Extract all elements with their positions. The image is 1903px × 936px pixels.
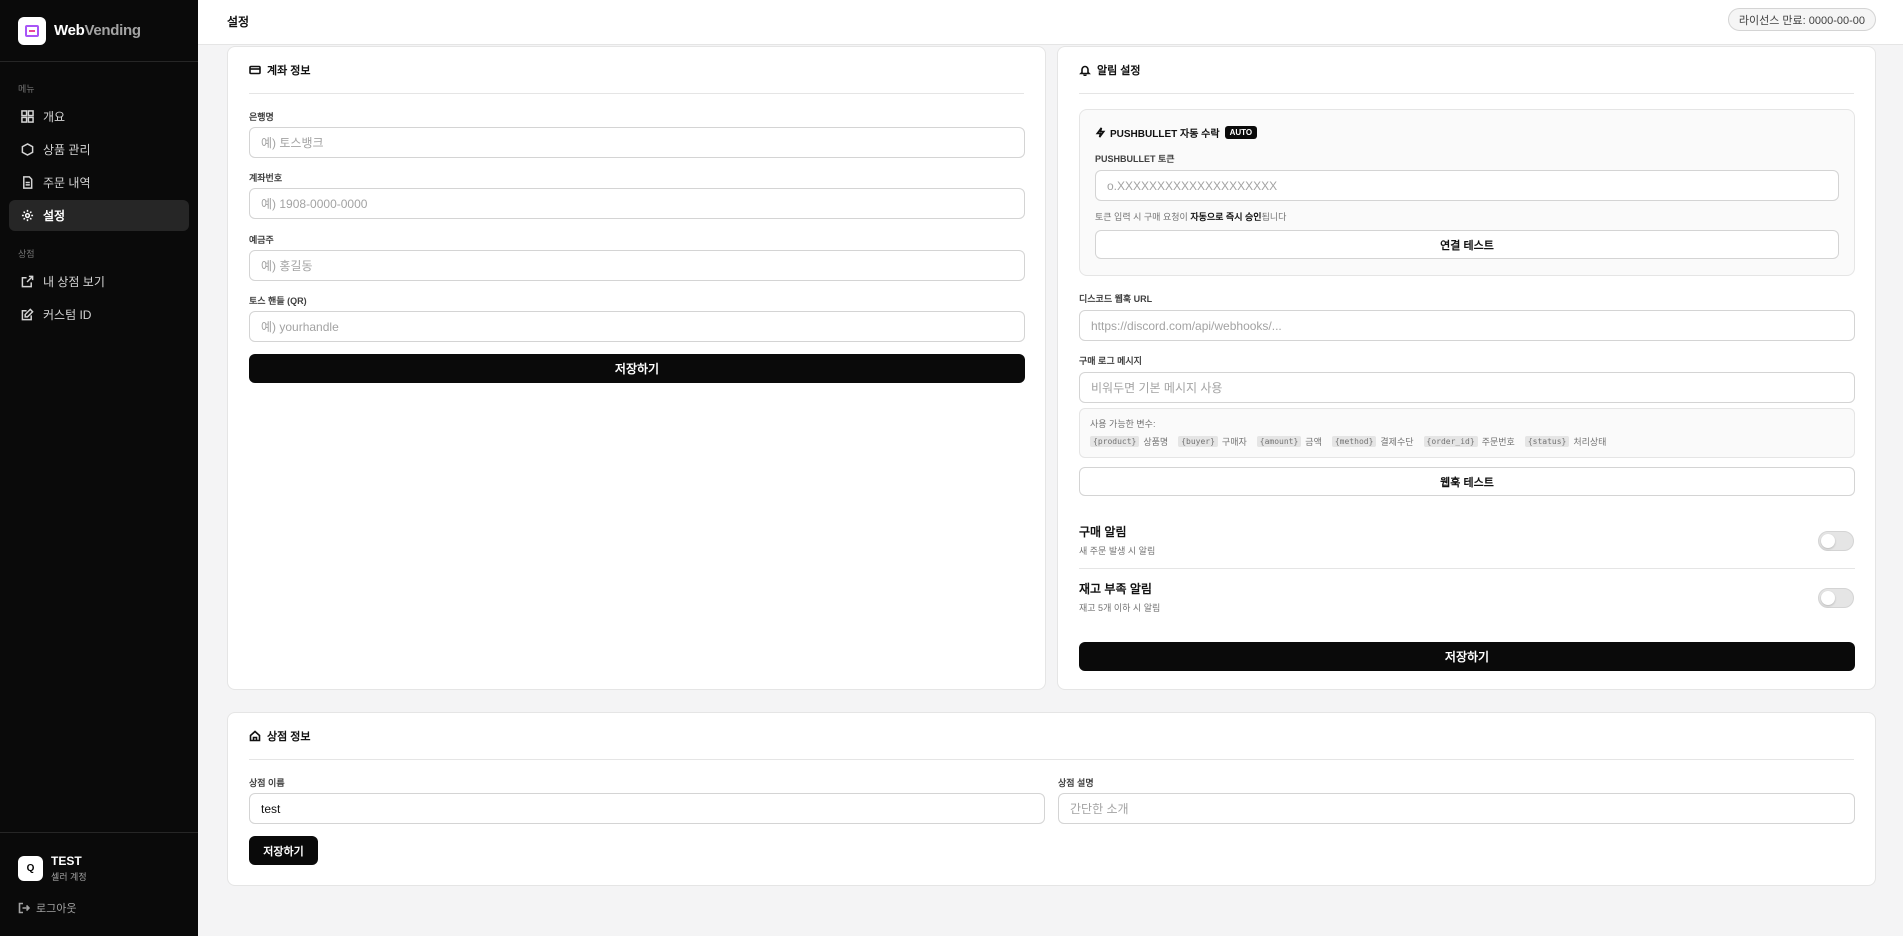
shop-card: 상점 정보 상점 이름 상점 설명 저장하기 — [227, 712, 1876, 886]
variable-chip: {order_id} — [1423, 436, 1478, 447]
brand[interactable]: WebVending — [0, 0, 198, 62]
variables-title: 사용 가능한 변수: — [1090, 419, 1156, 429]
external-link-icon — [20, 275, 34, 289]
brand-name: WebVending — [54, 22, 141, 39]
edit-icon — [20, 308, 34, 322]
variable-desc: 구매자 — [1221, 437, 1247, 447]
document-icon — [20, 176, 34, 190]
purchase-log-label: 구매 로그 메시지 — [1079, 356, 1142, 366]
logout-button[interactable]: 로그아웃 — [0, 883, 198, 916]
stock-alert-title: 재고 부족 알림 — [1079, 582, 1152, 596]
pushbullet-title: PUSHBULLET 자동 수락 AUTO — [1095, 125, 1258, 140]
purchase-log-input[interactable] — [1079, 372, 1855, 403]
account-save-button[interactable]: 저장하기 — [249, 354, 1025, 383]
pushbullet-token-input[interactable] — [1095, 170, 1839, 201]
toss-handle-label: 토스 핸들 (QR) — [249, 296, 307, 306]
user-profile: Q TEST 셀러 계정 — [0, 833, 198, 883]
discord-webhook-label: 디스코드 웹훅 URL — [1079, 294, 1153, 304]
bank-label: 은행명 — [249, 112, 274, 122]
holder-label: 예금주 — [249, 235, 274, 245]
purchase-alert-title: 구매 알림 — [1079, 525, 1127, 539]
brand-logo-icon — [18, 16, 46, 45]
shop-desc-input[interactable] — [1058, 793, 1855, 824]
sidebar-item-label: 상품 관리 — [43, 143, 91, 157]
shop-desc-label: 상점 설명 — [1058, 778, 1094, 788]
holder-input[interactable] — [249, 250, 1025, 281]
logout-label: 로그아웃 — [36, 903, 77, 915]
topbar: 설정 라이선스 만료: 0000-00-00 — [198, 0, 1903, 45]
variable-chip: {method} — [1331, 436, 1377, 447]
sidebar-item-orders[interactable]: 주문 내역 — [9, 167, 189, 198]
sidebar-item-products[interactable]: 상품 관리 — [9, 134, 189, 165]
stock-alert-desc: 재고 5개 이하 시 알림 — [1079, 603, 1161, 613]
shop-name-label: 상점 이름 — [249, 778, 285, 788]
discord-webhook-input[interactable] — [1079, 310, 1855, 341]
avatar: Q — [18, 856, 43, 881]
bank-input[interactable] — [249, 127, 1025, 158]
shop-card-title: 상점 정보 — [267, 731, 311, 743]
toss-handle-input[interactable] — [249, 311, 1025, 342]
variable-chip: {product} — [1090, 436, 1140, 447]
user-role: 셀러 계정 — [51, 872, 87, 882]
connection-test-button[interactable]: 연결 테스트 — [1095, 230, 1839, 259]
alerts-card-title: 알림 설정 — [1097, 65, 1141, 77]
shop-section-label: 상점 — [18, 249, 35, 259]
auto-badge: AUTO — [1224, 126, 1258, 139]
sidebar-item-settings[interactable]: 설정 — [9, 200, 189, 231]
sidebar-item-label: 개요 — [43, 110, 66, 124]
menu-section-label: 메뉴 — [18, 84, 35, 94]
sidebar-item-overview[interactable]: 개요 — [9, 101, 189, 132]
bell-icon — [1079, 65, 1091, 76]
sidebar-footer: Q TEST 셀러 계정 로그아웃 — [0, 832, 198, 936]
variable-chip: {buyer} — [1178, 436, 1218, 447]
credit-card-icon — [249, 65, 261, 75]
shop-card-header: 상점 정보 — [249, 713, 1854, 760]
variable-desc: 결제수단 — [1380, 437, 1414, 447]
pushbullet-token-label: PUSHBULLET 토큰 — [1095, 154, 1175, 164]
grid-icon — [20, 110, 34, 124]
variables-list: {product} 상품명 {buyer} 구매자 {amount} 금액 {meth… — [1090, 435, 1844, 448]
divider — [1079, 568, 1855, 569]
variable-chip: {status} — [1524, 436, 1570, 447]
account-number-input[interactable] — [249, 188, 1025, 219]
stock-alert-toggle[interactable] — [1818, 588, 1854, 608]
alerts-card-header: 알림 설정 — [1079, 47, 1854, 94]
home-icon — [249, 730, 261, 742]
gear-icon — [20, 209, 34, 223]
pushbullet-panel: PUSHBULLET 자동 수락 AUTO PUSHBULLET 토큰 토큰 입… — [1079, 109, 1855, 276]
purchase-alert-toggle[interactable] — [1818, 531, 1854, 551]
variable-desc: 주문번호 — [1481, 437, 1515, 447]
webhook-test-button[interactable]: 웹훅 테스트 — [1079, 467, 1855, 496]
variables-panel: 사용 가능한 변수: {product} 상품명 {buyer} 구매자 {amou… — [1079, 408, 1855, 458]
sidebar-item-label: 내 상점 보기 — [43, 275, 105, 289]
variable-desc: 상품명 — [1143, 437, 1169, 447]
alerts-save-button[interactable]: 저장하기 — [1079, 642, 1855, 671]
logout-icon — [18, 902, 30, 914]
variable-chip: {amount} — [1256, 436, 1302, 447]
account-card-title: 계좌 정보 — [267, 65, 311, 77]
sidebar-item-label: 커스텀 ID — [43, 308, 92, 322]
sidebar-item-custom-id[interactable]: 커스텀 ID — [9, 299, 189, 330]
shop-name-input[interactable] — [249, 793, 1045, 824]
license-badge: 라이선스 만료: 0000-00-00 — [1727, 8, 1876, 31]
variable-desc: 금액 — [1305, 437, 1322, 447]
page-title: 설정 — [227, 15, 250, 29]
account-card: 계좌 정보 은행명 계좌번호 예금주 토스 핸들 (QR) 저장하기 — [227, 46, 1046, 690]
sidebar-item-view-shop[interactable]: 내 상점 보기 — [9, 266, 189, 297]
variable-desc: 처리상태 — [1573, 437, 1607, 447]
lightning-icon — [1095, 127, 1106, 138]
purchase-alert-desc: 새 주문 발생 시 알림 — [1079, 546, 1156, 556]
account-card-header: 계좌 정보 — [249, 47, 1024, 94]
account-number-label: 계좌번호 — [249, 173, 283, 183]
alerts-card: 알림 설정 PUSHBULLET 자동 수락 AUTO PUSHBULLET 토… — [1057, 46, 1876, 690]
shop-save-button[interactable]: 저장하기 — [249, 836, 318, 865]
box-icon — [20, 143, 34, 157]
user-name: TEST — [51, 854, 82, 868]
sidebar: WebVending 메뉴 개요 상품 관리 주문 내역 설정 상점 내 상점 … — [0, 0, 198, 936]
sidebar-item-label: 주문 내역 — [43, 176, 91, 190]
sidebar-item-label: 설정 — [43, 209, 66, 223]
pushbullet-hint: 토큰 입력 시 구매 요청이 자동으로 즉시 승인됩니다 — [1095, 212, 1287, 222]
